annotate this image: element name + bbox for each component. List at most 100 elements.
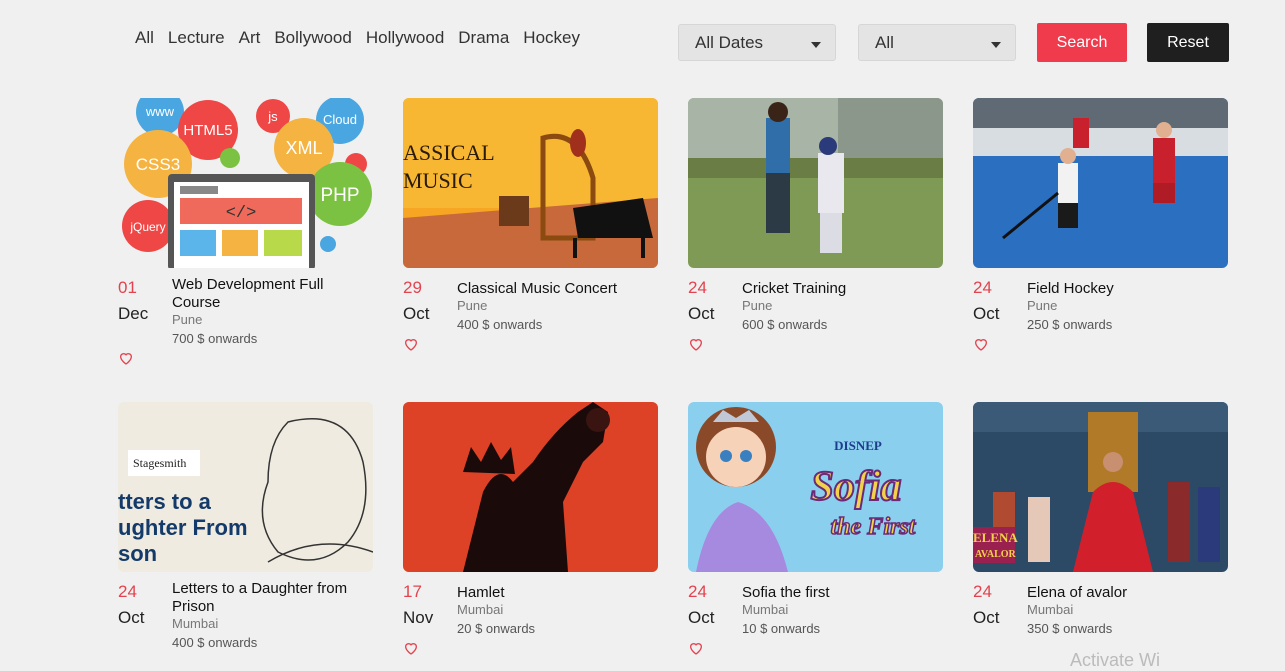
event-day: 01 bbox=[118, 278, 137, 297]
chevron-down-icon bbox=[991, 42, 1001, 48]
thumb-text: the First bbox=[831, 514, 917, 540]
event-card[interactable]: DISNEP Sofia the First 24 Oct Sofia the … bbox=[688, 402, 943, 655]
heart-icon[interactable] bbox=[118, 350, 134, 366]
heart-icon[interactable] bbox=[688, 640, 704, 656]
heart-icon[interactable] bbox=[973, 336, 989, 352]
event-title[interactable]: Sofia the first bbox=[742, 584, 932, 602]
thumb-text: Sofia bbox=[810, 464, 901, 510]
heart-icon[interactable] bbox=[688, 336, 704, 352]
event-price: 600 $ onwards bbox=[742, 317, 828, 332]
event-image-art: Stagesmith tters to a ughter From son bbox=[118, 402, 373, 572]
reset-button[interactable]: Reset bbox=[1147, 23, 1229, 62]
event-image[interactable]: DISNEP Sofia the First bbox=[688, 402, 943, 572]
event-image[interactable] bbox=[688, 98, 943, 268]
event-month: Oct bbox=[118, 608, 145, 627]
heart-icon[interactable] bbox=[403, 640, 419, 656]
event-card[interactable]: Stagesmith tters to a ughter From son 24… bbox=[118, 402, 373, 650]
event-title[interactable]: Web Development Full Course bbox=[172, 276, 362, 312]
event-city: Pune bbox=[1027, 298, 1058, 313]
event-image-art: www HTML5 js Cloud CSS3 XML PHP jQuery <… bbox=[122, 98, 372, 268]
event-title[interactable]: Classical Music Concert bbox=[457, 280, 647, 298]
event-month: Oct bbox=[688, 608, 715, 627]
event-price: 700 $ onwards bbox=[172, 331, 258, 346]
event-image[interactable]: ASSICAL MUSIC bbox=[403, 98, 658, 268]
event-city: Mumbai bbox=[742, 602, 789, 617]
event-image[interactable]: www HTML5 js Cloud CSS3 XML PHP jQuery <… bbox=[118, 98, 373, 268]
event-image-art bbox=[973, 98, 1228, 268]
event-month: Oct bbox=[403, 304, 430, 323]
thumb-text: ughter From bbox=[118, 515, 248, 540]
event-card[interactable]: 24 Oct Field Hockey Pune 250 $ onwards bbox=[973, 98, 1228, 351]
tab-bollywood[interactable]: Bollywood bbox=[274, 28, 352, 48]
tab-all[interactable]: All bbox=[135, 28, 154, 48]
event-card[interactable]: www HTML5 js Cloud CSS3 XML PHP jQuery <… bbox=[118, 98, 373, 365]
event-title[interactable]: Letters to a Daughter from Prison bbox=[172, 580, 362, 616]
thumb-text: ELENA bbox=[973, 530, 1018, 545]
event-city: Pune bbox=[457, 298, 488, 313]
event-month: Nov bbox=[403, 608, 434, 627]
type-select[interactable]: All bbox=[858, 24, 1016, 61]
event-card[interactable]: ASSICAL MUSIC 29 Oct Classical Music Con… bbox=[403, 98, 658, 351]
thumb-text: www bbox=[145, 104, 175, 119]
event-day: 17 bbox=[403, 582, 422, 601]
event-image-art bbox=[688, 98, 943, 268]
event-city: Pune bbox=[742, 298, 773, 313]
event-title[interactable]: Elena of avalor bbox=[1027, 584, 1217, 602]
tab-drama[interactable]: Drama bbox=[458, 28, 509, 48]
event-image[interactable] bbox=[973, 98, 1228, 268]
event-day: 24 bbox=[688, 582, 707, 601]
thumb-text: PHP bbox=[320, 185, 359, 206]
event-month: Dec bbox=[118, 304, 149, 323]
thumb-text: MUSIC bbox=[403, 168, 473, 193]
thumb-text: XML bbox=[285, 138, 322, 158]
event-price: 250 $ onwards bbox=[1027, 317, 1113, 332]
event-price: 400 $ onwards bbox=[172, 635, 258, 650]
event-card[interactable]: 24 Oct Cricket Training Pune 600 $ onwar… bbox=[688, 98, 943, 351]
thumb-text: js bbox=[267, 109, 278, 124]
event-card[interactable]: ELENA AVALOR 24 Oct Elena of avalor Mumb… bbox=[973, 402, 1228, 636]
thumb-text: tters to a bbox=[118, 489, 212, 514]
event-title[interactable]: Hamlet bbox=[457, 584, 647, 602]
event-image-art: ASSICAL MUSIC bbox=[403, 98, 658, 268]
thumb-text: ASSICAL bbox=[403, 140, 495, 165]
date-select[interactable]: All Dates bbox=[678, 24, 836, 61]
thumb-text: CSS3 bbox=[136, 155, 180, 174]
type-select-value: All bbox=[875, 33, 894, 52]
thumb-text: DISNEP bbox=[834, 438, 882, 453]
event-price: 400 $ onwards bbox=[457, 317, 543, 332]
event-city: Pune bbox=[172, 312, 203, 327]
tab-hockey[interactable]: Hockey bbox=[523, 28, 580, 48]
tab-art[interactable]: Art bbox=[239, 28, 261, 48]
event-image-art: DISNEP Sofia the First bbox=[688, 402, 943, 572]
thumb-text: Cloud bbox=[323, 112, 357, 127]
event-image-art: ELENA AVALOR bbox=[973, 402, 1228, 572]
filter-bar: All Lecture Art Bollywood Hollywood Dram… bbox=[0, 0, 1285, 80]
event-city: Mumbai bbox=[1027, 602, 1074, 617]
event-day: 24 bbox=[973, 278, 992, 297]
event-city: Mumbai bbox=[172, 616, 219, 631]
search-button[interactable]: Search bbox=[1037, 23, 1127, 62]
event-image[interactable] bbox=[403, 402, 658, 572]
event-day: 24 bbox=[118, 582, 137, 601]
event-day: 24 bbox=[973, 582, 992, 601]
date-select-value: All Dates bbox=[695, 33, 764, 52]
thumb-text: HTML5 bbox=[183, 122, 232, 139]
chevron-down-icon bbox=[811, 42, 821, 48]
event-image-art bbox=[403, 402, 658, 572]
event-price: 350 $ onwards bbox=[1027, 621, 1113, 636]
event-price: 10 $ onwards bbox=[742, 621, 821, 636]
event-city: Mumbai bbox=[457, 602, 504, 617]
event-image[interactable]: ELENA AVALOR bbox=[973, 402, 1228, 572]
heart-icon[interactable] bbox=[403, 336, 419, 352]
event-price: 20 $ onwards bbox=[457, 621, 536, 636]
event-image[interactable]: Stagesmith tters to a ughter From son bbox=[118, 402, 373, 572]
activation-watermark: Activate Wi bbox=[1070, 650, 1161, 670]
event-month: Oct bbox=[973, 608, 1000, 627]
event-title[interactable]: Field Hockey bbox=[1027, 280, 1217, 298]
event-card[interactable]: 17 Nov Hamlet Mumbai 20 $ onwards bbox=[403, 402, 658, 655]
tab-hollywood[interactable]: Hollywood bbox=[366, 28, 444, 48]
thumb-text: jQuery bbox=[129, 220, 165, 234]
event-day: 24 bbox=[688, 278, 707, 297]
event-title[interactable]: Cricket Training bbox=[742, 280, 932, 298]
tab-lecture[interactable]: Lecture bbox=[168, 28, 225, 48]
